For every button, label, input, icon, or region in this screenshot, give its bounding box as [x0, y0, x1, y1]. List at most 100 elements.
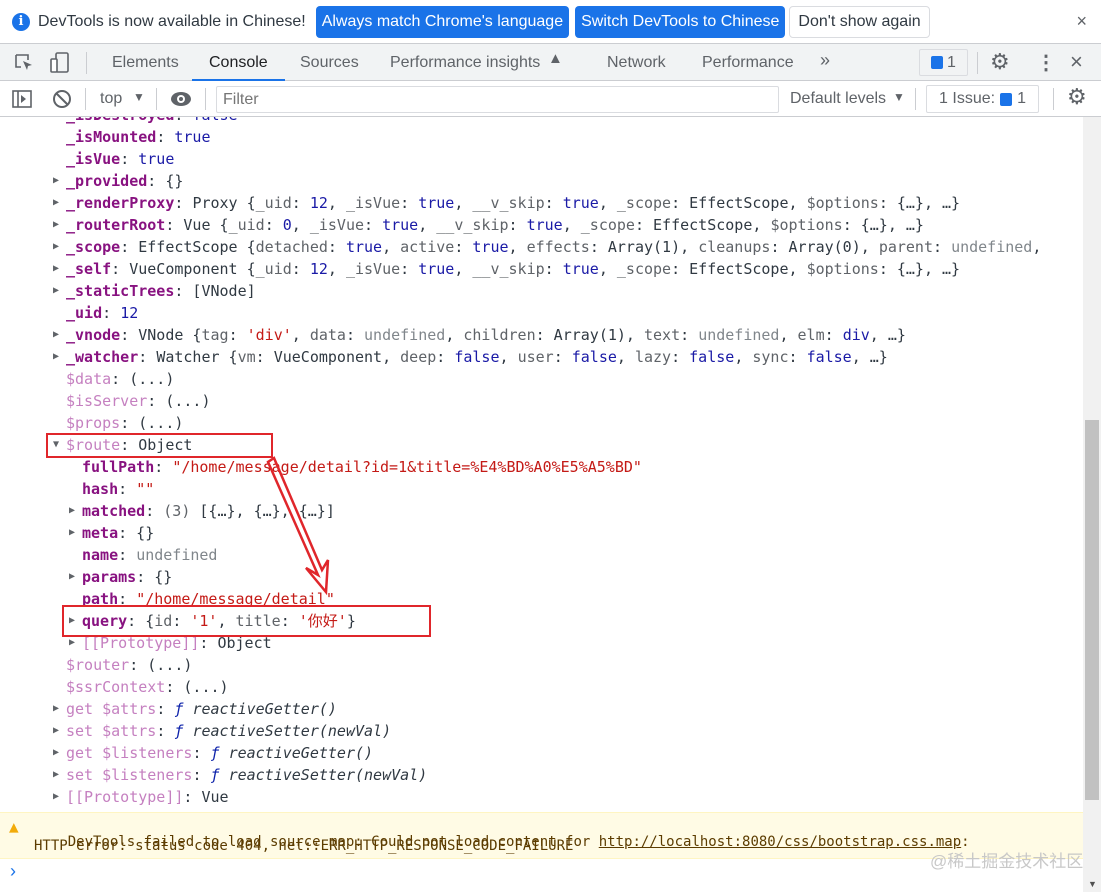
console-property-line[interactable]: _watcher: Watcher {vm: VueComponent, dee… [66, 346, 888, 368]
console-property-line[interactable]: _provided: {} [66, 170, 183, 192]
console-property-line[interactable]: hash: "" [82, 478, 154, 500]
expand-right-icon[interactable]: ▶ [53, 324, 59, 346]
issues-button[interactable]: 1 Issue: 1 [926, 85, 1039, 113]
property-key: fullPath [82, 458, 155, 476]
expand-right-icon[interactable]: ▶ [69, 500, 75, 522]
tab-elements[interactable]: Elements [112, 44, 179, 81]
property-value: : [111, 260, 130, 278]
issues-badge-button[interactable]: 1 [919, 49, 968, 76]
property-value: lazy [634, 348, 672, 366]
expand-right-icon[interactable]: ▶ [53, 720, 59, 742]
console-property-line[interactable]: set $attrs: ƒ reactiveSetter(newVal) [66, 720, 391, 742]
console-property-line[interactable]: meta: {} [82, 522, 154, 544]
property-value: false [806, 348, 852, 366]
property-value: undefined [698, 326, 780, 344]
property-value: _scope [616, 260, 672, 278]
property-value: $options [770, 216, 843, 234]
console-property-line[interactable]: _renderProxy: Proxy {_uid: 12, _isVue: t… [66, 192, 960, 214]
more-tabs-icon[interactable]: » [820, 50, 830, 71]
device-toolbar-icon[interactable] [50, 52, 70, 74]
console-property-line[interactable]: $data: (...) [66, 368, 174, 390]
tab-sources[interactable]: Sources [300, 44, 359, 81]
console-property-line[interactable]: get $listeners: ƒ reactiveGetter() [66, 742, 373, 764]
property-value: deep [400, 348, 437, 366]
settings-gear-icon[interactable]: ⚙ [990, 49, 1010, 75]
expand-right-icon[interactable]: ▶ [53, 346, 59, 368]
expand-right-icon[interactable]: ▶ [53, 742, 59, 764]
dont-show-again-button[interactable]: Don't show again [789, 5, 930, 38]
property-value: : {…}, …} [842, 216, 924, 234]
expand-right-icon[interactable]: ▶ [53, 170, 59, 192]
property-value: detached [255, 238, 328, 256]
tab-performance-insights[interactable]: Performance insights [390, 44, 540, 81]
expand-right-icon[interactable]: ▶ [53, 764, 59, 786]
console-property-line[interactable]: _uid: 12 [66, 302, 138, 324]
console-property-line[interactable]: $ssrContext: (...) [66, 676, 229, 698]
console-property-line[interactable]: _isMounted: true [66, 126, 211, 148]
property-value: : (...) [129, 656, 193, 674]
source-map-link[interactable]: http://localhost:8080/css/bootstrap.css.… [599, 834, 961, 850]
always-match-language-button[interactable]: Always match Chrome's language [315, 5, 570, 38]
log-levels-dropdown[interactable]: Default levels [790, 90, 886, 108]
close-devtools-icon[interactable]: × [1070, 49, 1083, 75]
property-value: : [291, 194, 310, 212]
tab-network[interactable]: Network [607, 44, 666, 81]
console-property-line[interactable]: name: undefined [82, 544, 217, 566]
console-property-line[interactable]: [[Prototype]]: Vue [66, 786, 229, 808]
filter-input[interactable] [216, 86, 779, 113]
scroll-down-icon[interactable]: ▼ [1088, 879, 1097, 889]
expand-right-icon[interactable]: ▶ [53, 236, 59, 258]
property-key: matched [82, 502, 146, 520]
sidebar-toggle-icon[interactable] [12, 90, 32, 108]
eye-icon[interactable] [170, 90, 192, 108]
console-property-line[interactable]: params: {} [82, 566, 172, 588]
property-key: $router [66, 656, 130, 674]
expand-right-icon[interactable]: ▶ [53, 698, 59, 720]
scrollbar-thumb[interactable] [1085, 420, 1099, 800]
console-property-line[interactable]: _vnode: VNode {tag: 'div', data: undefin… [66, 324, 906, 346]
console-property-line[interactable]: _staticTrees: [VNode] [66, 280, 256, 302]
console-property-line[interactable]: _routerRoot: Vue {_uid: 0, _isVue: true,… [66, 214, 924, 236]
property-value: Proxy { [192, 194, 256, 212]
expand-right-icon[interactable]: ▶ [53, 192, 59, 214]
scrollbar[interactable]: ▼ [1083, 117, 1101, 892]
property-value: : EffectScope, [671, 260, 807, 278]
property-value: text [644, 326, 681, 344]
property-value: ƒ [210, 766, 229, 784]
console-settings-gear-icon[interactable]: ⚙ [1067, 84, 1087, 110]
inspect-element-icon[interactable] [14, 53, 34, 73]
console-property-line[interactable]: _isVue: true [66, 148, 174, 170]
console-property-line[interactable]: matched: (3) [{…}, {…}, {…}] [82, 500, 335, 522]
expand-right-icon[interactable]: ▶ [53, 786, 59, 808]
more-options-icon[interactable]: ⋮ [1036, 50, 1056, 75]
expand-right-icon[interactable]: ▶ [69, 566, 75, 588]
expand-right-icon[interactable]: ▶ [69, 522, 75, 544]
close-infobar-icon[interactable]: × [1076, 11, 1087, 32]
property-value: : [345, 326, 365, 344]
switch-to-chinese-button[interactable]: Switch DevTools to Chinese [575, 5, 786, 38]
property-value: : (...) [120, 414, 184, 432]
console-property-line[interactable]: fullPath: "/home/message/detail?id=1&tit… [82, 456, 642, 478]
console-property-line[interactable]: _self: VueComponent {_uid: 12, _isVue: t… [66, 258, 960, 280]
property-value: : [544, 194, 563, 212]
console-property-line[interactable]: $props: (...) [66, 412, 183, 434]
expand-right-icon[interactable]: ▶ [53, 258, 59, 280]
property-value: _isVue [309, 216, 365, 234]
console-property-line[interactable]: _isDestroyed: false [66, 117, 238, 126]
tab-performance[interactable]: Performance [702, 44, 794, 81]
console-prompt[interactable]: › [10, 861, 16, 882]
tab-console[interactable]: Console [192, 44, 285, 81]
clear-console-icon[interactable] [52, 89, 72, 109]
expand-right-icon[interactable]: ▶ [53, 280, 59, 302]
console-property-line[interactable]: $router: (...) [66, 654, 192, 676]
property-key: params [82, 568, 137, 586]
expand-right-icon[interactable]: ▶ [53, 214, 59, 236]
console-property-line[interactable]: get $attrs: ƒ reactiveGetter() [66, 698, 337, 720]
property-value: true [562, 260, 599, 278]
console-property-line[interactable]: $isServer: (...) [66, 390, 211, 412]
property-value: : [364, 216, 383, 234]
console-property-line[interactable]: set $listeners: ƒ reactiveSetter(newVal) [66, 764, 427, 786]
console-property-line[interactable]: _scope: EffectScope {detached: true, act… [66, 236, 1041, 258]
context-selector[interactable]: top [100, 90, 122, 108]
property-value: true [382, 216, 419, 234]
